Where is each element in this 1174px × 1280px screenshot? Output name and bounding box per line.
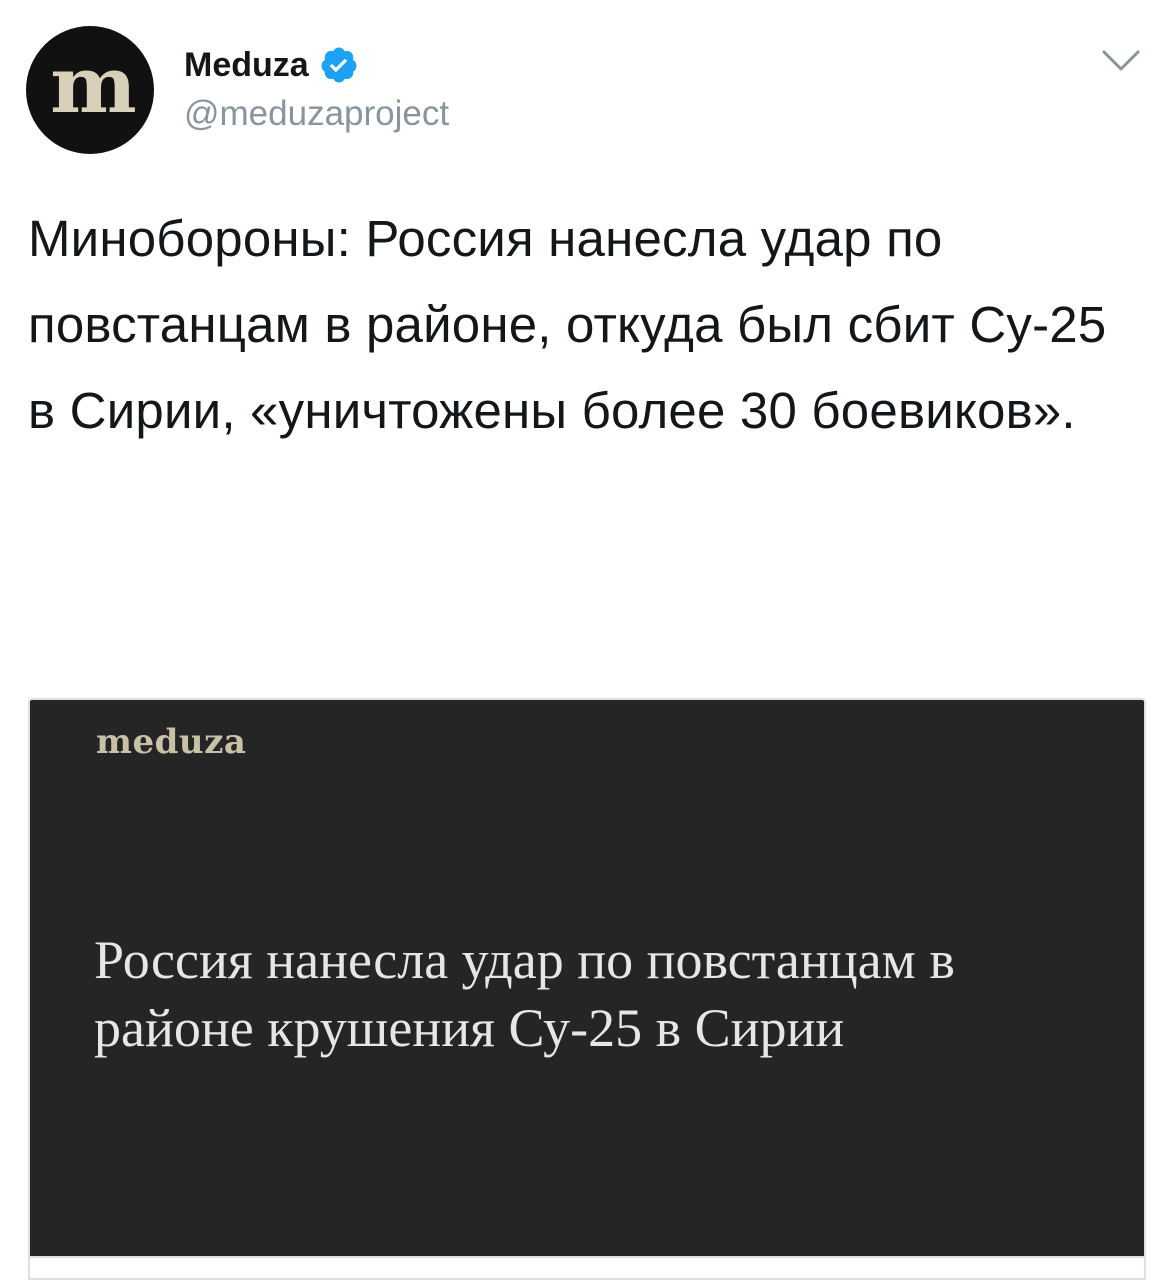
author-name-row: Meduza xyxy=(184,40,359,90)
link-card[interactable]: meduza Россия нанесла удар по повстанцам… xyxy=(28,698,1146,1280)
card-headline: Россия нанесла удар по повстанцам в райо… xyxy=(94,930,955,1058)
author-display-name[interactable]: Meduza xyxy=(184,46,309,85)
tweet: m Meduza @meduzaproject Минобороны: Росс… xyxy=(0,0,1174,1280)
meduza-logo-icon: m xyxy=(49,40,137,131)
tweet-text: Минобороны: Россия нанесла удар по повст… xyxy=(28,210,1107,439)
author-handle[interactable]: @meduzaproject xyxy=(184,94,449,134)
card-logo: meduza xyxy=(96,722,247,762)
avatar[interactable]: m xyxy=(26,26,154,154)
card-image: meduza Россия нанесла удар по повстанцам… xyxy=(30,700,1144,1256)
card-divider xyxy=(30,1256,1144,1258)
verified-badge-icon xyxy=(321,47,357,83)
chevron-down-icon[interactable] xyxy=(1098,40,1144,80)
